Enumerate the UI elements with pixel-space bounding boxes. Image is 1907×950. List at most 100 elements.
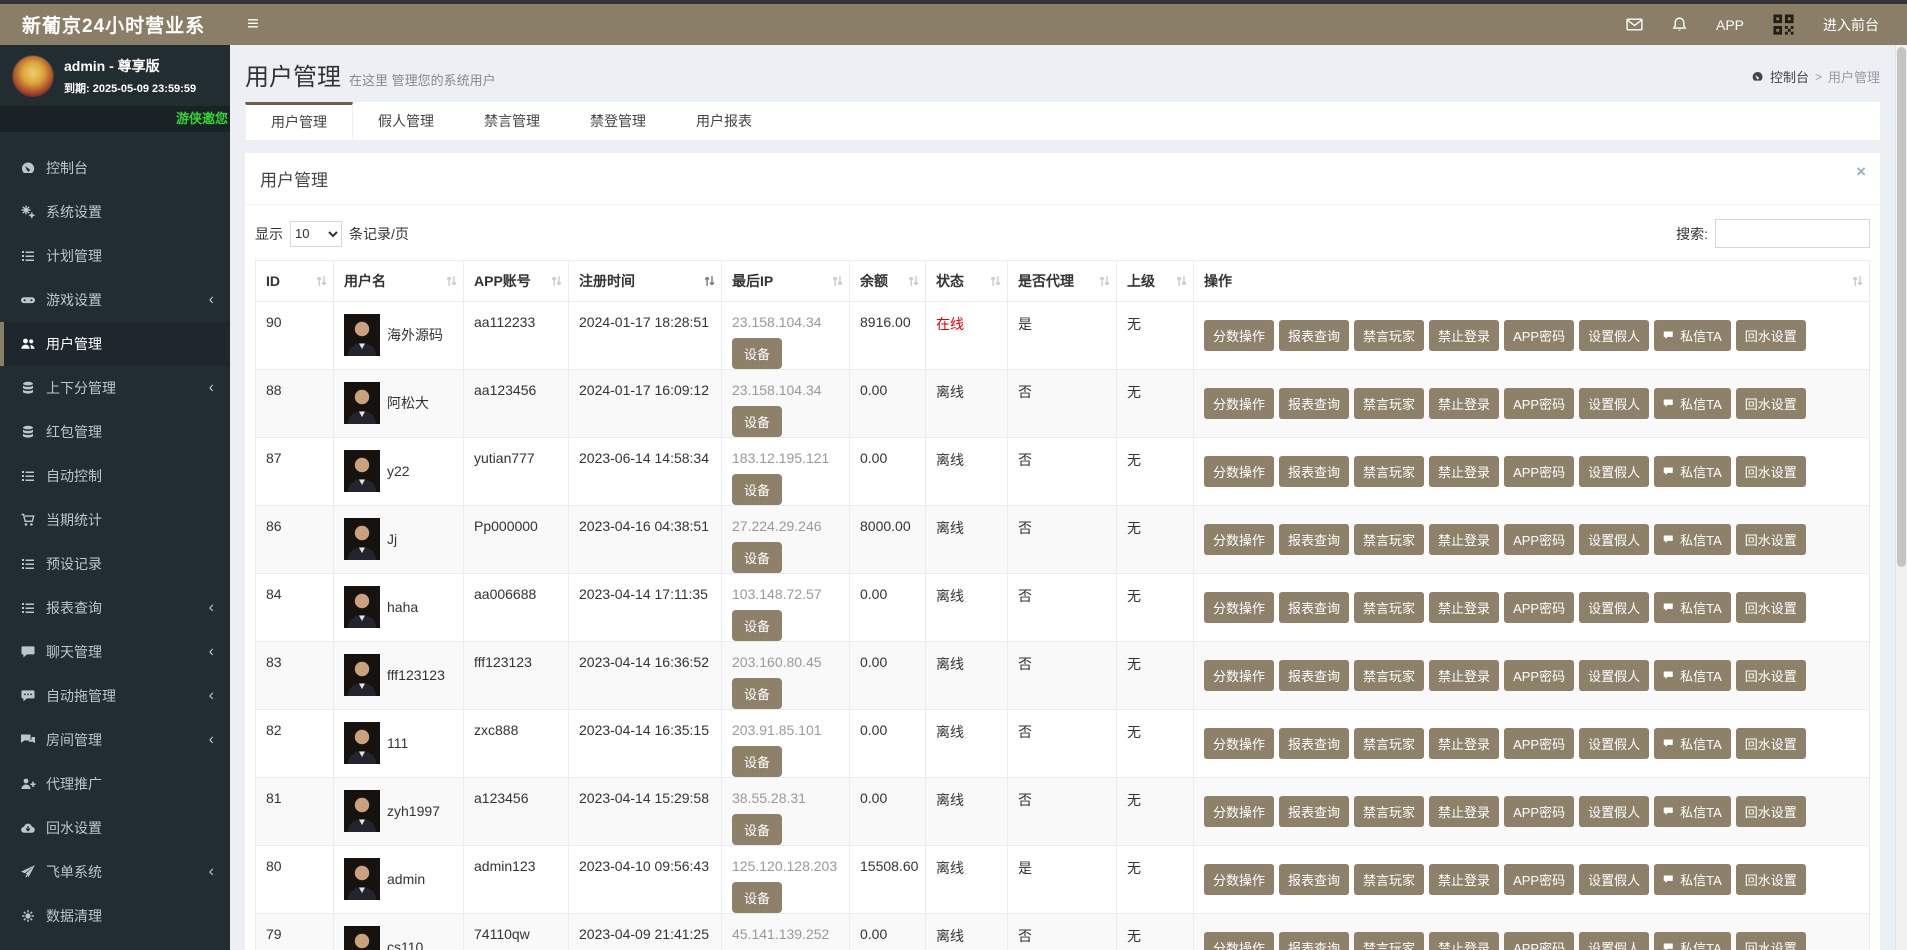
app-password-button[interactable]: APP密码 [1504,388,1575,419]
tab-login-ban-management[interactable]: 禁登管理 [565,102,671,140]
set-fake-user-button[interactable]: 设置假人 [1579,728,1650,759]
column-header-actions[interactable]: 操作 [1193,260,1870,302]
tab-user-reports[interactable]: 用户报表 [671,102,777,140]
sidebar-toggle-button[interactable]: ≡ [230,4,276,45]
private-message-button[interactable]: 私信TA [1654,456,1731,487]
device-button[interactable]: 设备 [732,474,783,505]
app-password-button[interactable]: APP密码 [1504,660,1575,691]
ban-login-button[interactable]: 禁止登录 [1429,864,1500,895]
device-button[interactable]: 设备 [732,338,783,369]
close-icon[interactable]: × [1856,162,1866,182]
private-message-button[interactable]: 私信TA [1654,796,1731,827]
sidebar-item-dashboard[interactable]: 控制台 [0,146,230,190]
score-operation-button[interactable]: 分数操作 [1204,524,1275,555]
sidebar-item-auto-control[interactable]: 自动控制 [0,454,230,498]
ban-login-button[interactable]: 禁止登录 [1429,932,1500,950]
score-operation-button[interactable]: 分数操作 [1204,320,1275,351]
rebate-setting-button[interactable]: 回水设置 [1735,728,1806,759]
messages-button[interactable] [1612,4,1657,45]
sidebar-item-current-stats[interactable]: 当期统计 [0,498,230,542]
ban-login-button[interactable]: 禁止登录 [1429,660,1500,691]
private-message-button[interactable]: 私信TA [1654,388,1731,419]
score-operation-button[interactable]: 分数操作 [1204,796,1275,827]
rebate-setting-button[interactable]: 回水设置 [1735,456,1806,487]
column-header-balance[interactable]: 余额 [849,260,926,302]
private-message-button[interactable]: 私信TA [1654,728,1731,759]
sidebar-item-credit-management[interactable]: 上下分管理 ‹ [0,366,230,410]
private-message-button[interactable]: 私信TA [1654,320,1731,351]
sidebar-item-data-cleanup[interactable]: 数据清理 [0,894,230,938]
sidebar-item-plan-management[interactable]: 计划管理 [0,234,230,278]
app-password-button[interactable]: APP密码 [1504,864,1575,895]
report-query-button[interactable]: 报表查询 [1279,592,1350,623]
score-operation-button[interactable]: 分数操作 [1204,592,1275,623]
ban-login-button[interactable]: 禁止登录 [1429,728,1500,759]
app-password-button[interactable]: APP密码 [1504,456,1575,487]
score-operation-button[interactable]: 分数操作 [1204,456,1275,487]
sidebar-item-system-settings[interactable]: 系统设置 [0,190,230,234]
set-fake-user-button[interactable]: 设置假人 [1579,388,1650,419]
sidebar-item-game-settings[interactable]: 游戏设置 ‹ [0,278,230,322]
sidebar-item-report-query[interactable]: 报表查询 ‹ [0,586,230,630]
column-header-parent[interactable]: 上级 [1116,260,1194,302]
private-message-button[interactable]: 私信TA [1654,660,1731,691]
sidebar-item-auto-shill-management[interactable]: 自动拖管理 ‹ [0,674,230,718]
sidebar-item-room-management[interactable]: 房间管理 ‹ [0,718,230,762]
private-message-button[interactable]: 私信TA [1654,524,1731,555]
rebate-setting-button[interactable]: 回水设置 [1735,592,1806,623]
app-password-button[interactable]: APP密码 [1504,796,1575,827]
device-button[interactable]: 设备 [732,406,783,437]
score-operation-button[interactable]: 分数操作 [1204,932,1275,950]
sidebar-item-bet-forward-system[interactable]: 飞单系统 ‹ [0,850,230,894]
mute-player-button[interactable]: 禁言玩家 [1354,524,1425,555]
mute-player-button[interactable]: 禁言玩家 [1354,660,1425,691]
score-operation-button[interactable]: 分数操作 [1204,660,1275,691]
report-query-button[interactable]: 报表查询 [1279,728,1350,759]
ban-login-button[interactable]: 禁止登录 [1429,592,1500,623]
column-header-id[interactable]: ID [255,260,334,302]
enter-frontend-button[interactable]: 进入前台 [1809,4,1893,45]
report-query-button[interactable]: 报表查询 [1279,660,1350,691]
set-fake-user-button[interactable]: 设置假人 [1579,796,1650,827]
score-operation-button[interactable]: 分数操作 [1204,388,1275,419]
rebate-setting-button[interactable]: 回水设置 [1735,864,1806,895]
tab-mute-management[interactable]: 禁言管理 [459,102,565,140]
report-query-button[interactable]: 报表查询 [1279,320,1350,351]
report-query-button[interactable]: 报表查询 [1279,796,1350,827]
column-header-last-ip[interactable]: 最后IP [721,260,850,302]
ban-login-button[interactable]: 禁止登录 [1429,388,1500,419]
app-password-button[interactable]: APP密码 [1504,592,1575,623]
page-size-select[interactable]: 10 [290,220,342,247]
app-password-button[interactable]: APP密码 [1504,728,1575,759]
notifications-button[interactable] [1657,4,1702,45]
report-query-button[interactable]: 报表查询 [1279,524,1350,555]
tab-fake-user-management[interactable]: 假人管理 [353,102,459,140]
private-message-button[interactable]: 私信TA [1654,864,1731,895]
device-button[interactable]: 设备 [732,610,783,641]
score-operation-button[interactable]: 分数操作 [1204,864,1275,895]
column-header-status[interactable]: 状态 [925,260,1008,302]
score-operation-button[interactable]: 分数操作 [1204,728,1275,759]
device-button[interactable]: 设备 [732,814,783,845]
sidebar-item-preset-records[interactable]: 预设记录 [0,542,230,586]
app-password-button[interactable]: APP密码 [1504,524,1575,555]
mute-player-button[interactable]: 禁言玩家 [1354,796,1425,827]
sidebar-item-redpacket-management[interactable]: 红包管理 [0,410,230,454]
sidebar-item-user-management[interactable]: 用户管理 [0,322,230,366]
report-query-button[interactable]: 报表查询 [1279,456,1350,487]
ban-login-button[interactable]: 禁止登录 [1429,320,1500,351]
ban-login-button[interactable]: 禁止登录 [1429,456,1500,487]
qr-code-button[interactable] [1758,4,1809,45]
mute-player-button[interactable]: 禁言玩家 [1354,456,1425,487]
set-fake-user-button[interactable]: 设置假人 [1579,932,1650,950]
rebate-setting-button[interactable]: 回水设置 [1735,524,1806,555]
mute-player-button[interactable]: 禁言玩家 [1354,320,1425,351]
set-fake-user-button[interactable]: 设置假人 [1579,592,1650,623]
rebate-setting-button[interactable]: 回水设置 [1735,660,1806,691]
search-input[interactable] [1715,219,1870,248]
mute-player-button[interactable]: 禁言玩家 [1354,592,1425,623]
mute-player-button[interactable]: 禁言玩家 [1354,728,1425,759]
scrollbar-thumb[interactable] [1897,47,1906,567]
rebate-setting-button[interactable]: 回水设置 [1735,796,1806,827]
rebate-setting-button[interactable]: 回水设置 [1735,932,1806,950]
